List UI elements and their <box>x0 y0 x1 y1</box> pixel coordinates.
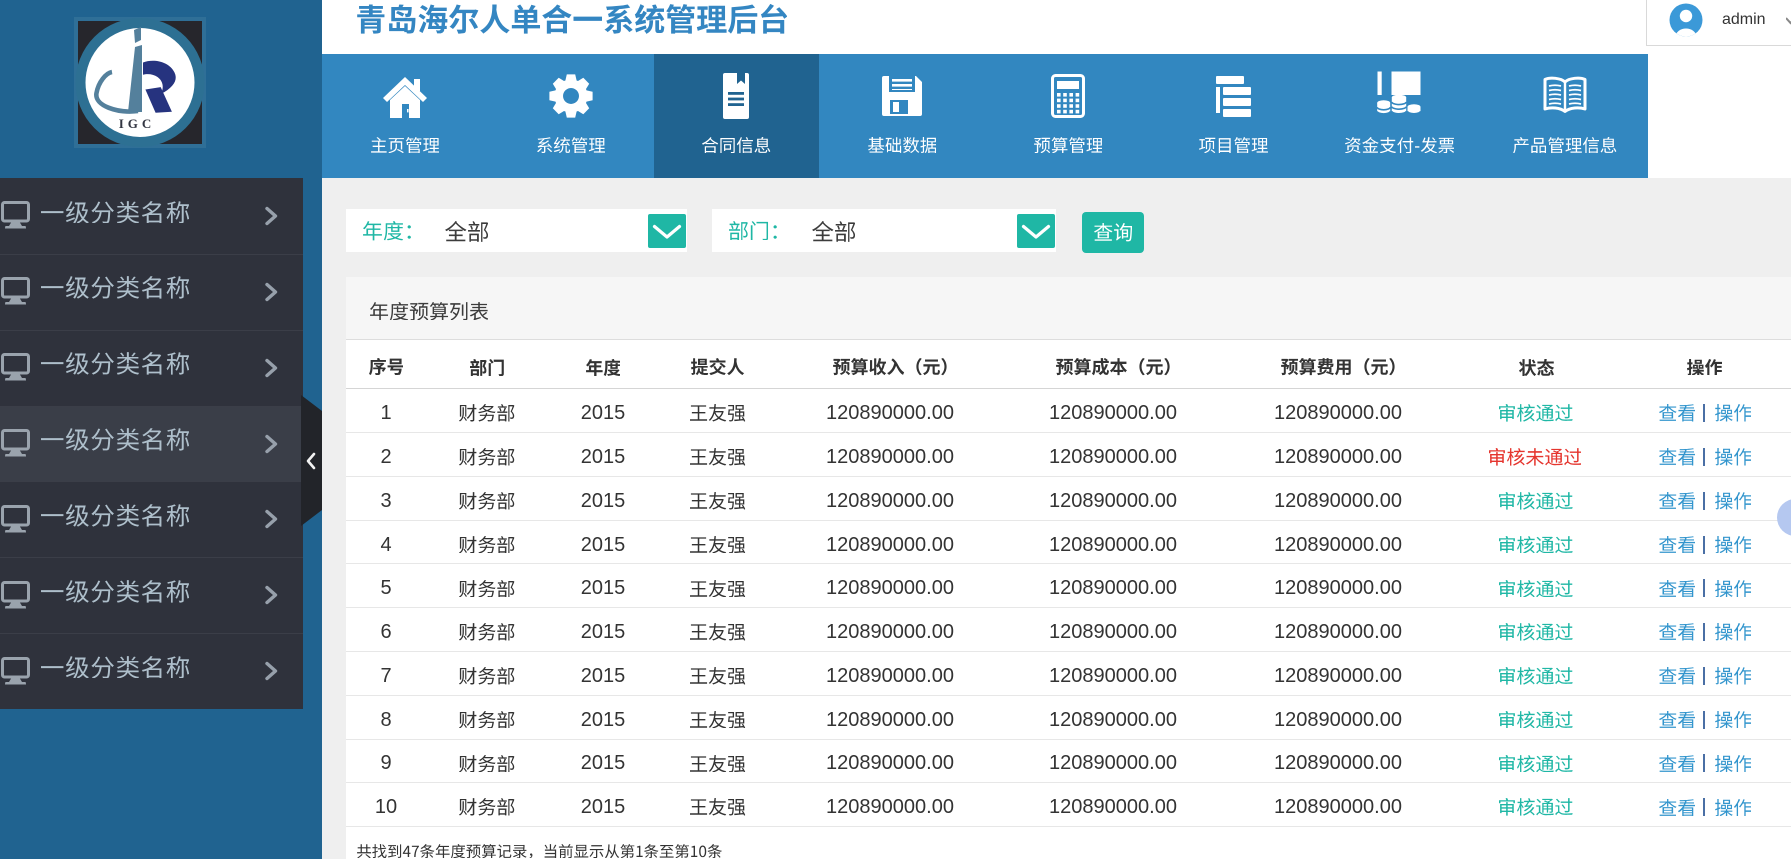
svg-text:IGC: IGC <box>119 116 156 131</box>
